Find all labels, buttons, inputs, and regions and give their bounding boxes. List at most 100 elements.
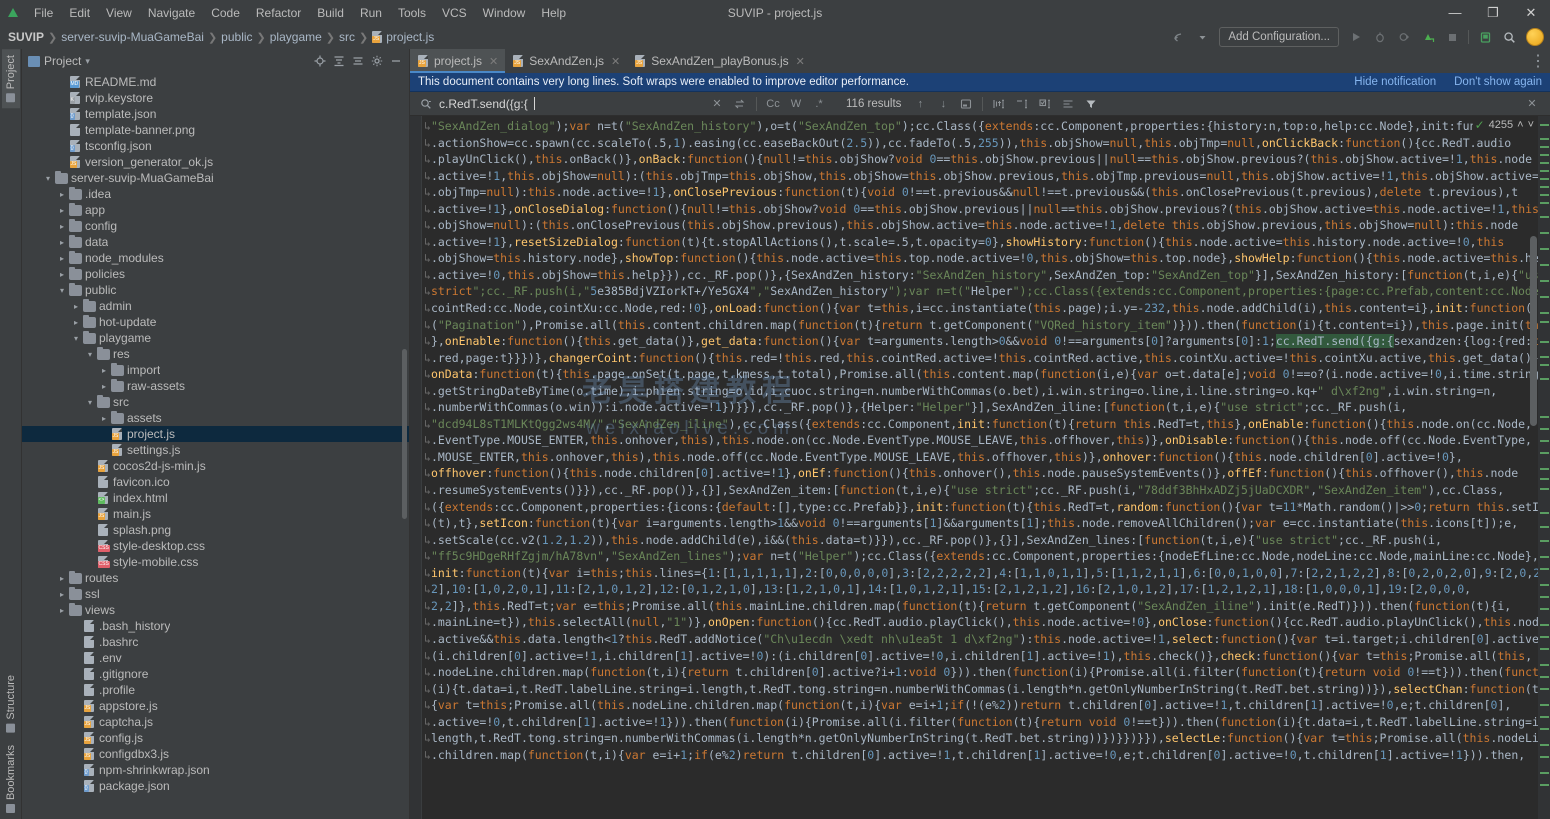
avatar[interactable]: [1526, 28, 1544, 46]
chevron-down-icon[interactable]: ▾: [84, 398, 96, 407]
tree-item-src[interactable]: ▾ src: [22, 394, 409, 410]
error-stripe-marker[interactable]: [1540, 728, 1549, 730]
code-line[interactable]: ↳offhover:function(){this.node.children[…: [422, 465, 1538, 482]
menu-code[interactable]: Code: [203, 3, 248, 23]
more-tabs-icon[interactable]: ⋮: [1530, 50, 1546, 72]
code-line[interactable]: ↳.active=!0,this.objShow=this.help}}),cc…: [422, 267, 1538, 284]
close-icon[interactable]: ✕: [611, 55, 620, 68]
tree-item-hot-update[interactable]: ▸ hot-update: [22, 314, 409, 330]
hide-notification-link[interactable]: Hide notification: [1354, 76, 1436, 88]
tree-item-configdbx3-js[interactable]: JS configdbx3.js: [22, 746, 409, 762]
tree-item-views[interactable]: ▸ views: [22, 602, 409, 618]
scroll-up-icon[interactable]: ˄: [1517, 119, 1523, 131]
chevron-right-icon[interactable]: ▸: [56, 270, 68, 279]
code-line[interactable]: ↳.numberWithCommas(o.win)):i.node.active…: [422, 399, 1538, 416]
debug-icon[interactable]: [1369, 26, 1391, 48]
tree-item-node-modules[interactable]: ▸ node_modules: [22, 250, 409, 266]
chevron-right-icon[interactable]: ▸: [56, 606, 68, 615]
code-content[interactable]: ↳"SexAndZen_dialog");var n=t("SexAndZen_…: [422, 116, 1538, 819]
menu-edit[interactable]: Edit: [61, 3, 98, 23]
prev-match-icon[interactable]: ↑: [910, 94, 930, 114]
search-history-icon[interactable]: [730, 94, 750, 114]
error-stripe-marker[interactable]: [1540, 280, 1549, 282]
tree-item--idea[interactable]: ▸ .idea: [22, 186, 409, 202]
tree-item-data[interactable]: ▸ data: [22, 234, 409, 250]
error-stripe-marker[interactable]: [1540, 124, 1549, 126]
tree-item-splash-png[interactable]: splash.png: [22, 522, 409, 538]
tree-item-rvip-keystore[interactable]: Krvip.keystore: [22, 90, 409, 106]
tree-item-config-js[interactable]: JS config.js: [22, 730, 409, 746]
error-stripe-marker[interactable]: [1540, 664, 1549, 666]
tree-item-version-generator-ok-js[interactable]: JS version_generator_ok.js: [22, 154, 409, 170]
error-stripe-marker[interactable]: [1540, 756, 1549, 758]
scroll-down-icon[interactable]: ˅: [1528, 119, 1534, 131]
regex-toggle[interactable]: .*: [809, 94, 829, 114]
error-stripe-marker[interactable]: [1540, 584, 1549, 586]
chevron-right-icon[interactable]: ▸: [98, 366, 110, 375]
code-line[interactable]: ↳init:function(t){var i=this;this.lines=…: [422, 565, 1538, 582]
editor-tab-sexandzen-playbonus-js[interactable]: JS SexAndZen_playBonus.js ✕: [627, 49, 812, 73]
match-case-toggle[interactable]: Cc: [763, 94, 783, 114]
breadcrumb-item-1[interactable]: server-suvip-MuaGameBai: [61, 30, 204, 44]
breadcrumb-item-0[interactable]: SUVIP: [8, 30, 44, 44]
editor-tab-project-js[interactable]: JS project.js ✕: [410, 49, 506, 73]
chevron-down-icon[interactable]: ▾: [56, 286, 68, 295]
menu-window[interactable]: Window: [475, 3, 534, 23]
run-coverage-icon[interactable]: [1393, 26, 1415, 48]
editor-vertical-scrollbar[interactable]: [1530, 236, 1537, 426]
chevron-right-icon[interactable]: ▸: [56, 590, 68, 599]
menu-build[interactable]: Build: [309, 3, 352, 23]
error-stripe-marker[interactable]: [1540, 608, 1549, 610]
code-line[interactable]: ↳length,t.RedT.tong.string=n.numberWithC…: [422, 730, 1538, 747]
code-line[interactable]: ↳.EventType.MOUSE_ENTER,this.onhover,thi…: [422, 432, 1538, 449]
menu-navigate[interactable]: Navigate: [140, 3, 203, 23]
error-stripe-marker[interactable]: [1540, 296, 1549, 298]
error-stripe-marker[interactable]: [1540, 321, 1549, 323]
error-stripe-marker[interactable]: [1540, 676, 1549, 678]
chevron-right-icon[interactable]: ▸: [70, 318, 82, 327]
chevron-right-icon[interactable]: ▸: [70, 302, 82, 311]
code-line[interactable]: ↳.children.map(function(t,i){var e=i+1;i…: [422, 747, 1538, 764]
code-line[interactable]: ↳.mainLine=t}),this.selectAll(null,"1")}…: [422, 614, 1538, 631]
error-stripe-marker[interactable]: [1540, 232, 1549, 234]
run-configuration-selector[interactable]: Add Configuration...: [1219, 27, 1339, 47]
breadcrumb-item-3[interactable]: playgame: [270, 30, 322, 44]
chevron-right-icon[interactable]: ▸: [98, 414, 110, 423]
error-stripe-marker[interactable]: [1540, 540, 1549, 542]
code-line[interactable]: ↳.nodeLine.children.map(function(t,i){re…: [422, 664, 1538, 681]
hide-panel-icon[interactable]: [387, 51, 405, 71]
tree-item-assets[interactable]: ▸ assets: [22, 410, 409, 426]
tree-item-style-desktop-css[interactable]: CSS style-desktop.css: [22, 538, 409, 554]
error-stripe-marker[interactable]: [1540, 568, 1549, 570]
clear-search-icon[interactable]: ✕: [707, 94, 727, 114]
chevron-right-icon[interactable]: ▸: [56, 190, 68, 199]
run-icon[interactable]: [1345, 26, 1367, 48]
breadcrumb-item-5[interactable]: JS project.js: [372, 30, 434, 44]
code-line[interactable]: ↳onData:function(t){this.page.onSet(t.pa…: [422, 366, 1538, 383]
menu-tools[interactable]: Tools: [390, 3, 434, 23]
chevron-down-icon[interactable]: ▾: [70, 334, 82, 343]
error-stripe-marker[interactable]: [1540, 364, 1549, 366]
error-stripe-marker[interactable]: [1540, 154, 1549, 156]
tree-item-res[interactable]: ▾ res: [22, 346, 409, 362]
error-stripe-marker[interactable]: [1540, 162, 1549, 164]
menu-run[interactable]: Run: [352, 3, 390, 23]
tree-item-settings-js[interactable]: JS settings.js: [22, 442, 409, 458]
code-line[interactable]: ↳2],10:[1,0,2,0,1],11:[2,1,0,1,2],12:[0,…: [422, 581, 1538, 598]
code-line[interactable]: ↳.setScale(cc.v2(1.2,1.2)),this.node.add…: [422, 532, 1538, 549]
code-line[interactable]: ↳{var t=this;Promise.all(this.nodeLine.c…: [422, 697, 1538, 714]
code-line[interactable]: ↳"ff5c9HDgeRHfZgjm/hA78vn","SexAndZen_li…: [422, 548, 1538, 565]
tree-item-public[interactable]: ▾ public: [22, 282, 409, 298]
add-cursor-icon[interactable]: [989, 94, 1009, 114]
open-in-find-window-icon[interactable]: [956, 94, 976, 114]
code-line[interactable]: ↳.getStringDateByTime(o.time),i.phien.st…: [422, 383, 1538, 400]
error-stripe-marker[interactable]: [1540, 312, 1549, 314]
tool-window-structure[interactable]: Structure: [2, 669, 20, 739]
tool-window-project[interactable]: Project: [1, 49, 20, 109]
error-stripe-marker[interactable]: [1540, 356, 1549, 358]
error-stripe-marker[interactable]: [1540, 428, 1549, 430]
error-stripe-marker[interactable]: [1540, 596, 1549, 598]
search-input[interactable]: c.RedT.send({g:{: [439, 97, 704, 111]
menu-refactor[interactable]: Refactor: [248, 3, 309, 23]
chevron-down-icon[interactable]: ▾: [85, 56, 90, 67]
